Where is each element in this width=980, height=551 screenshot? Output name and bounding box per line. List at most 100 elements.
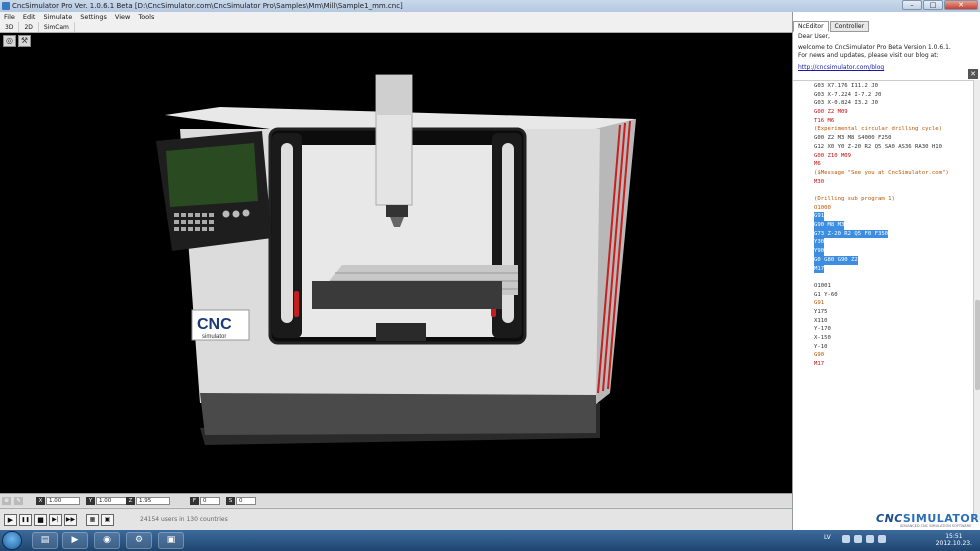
x-axis-label: X — [36, 497, 45, 505]
feed-label: F — [190, 497, 199, 505]
code-line[interactable]: (Drilling sub program 1) — [814, 195, 949, 204]
code-line[interactable]: M30 — [814, 178, 949, 187]
camera-icon[interactable]: ◎ — [3, 35, 16, 47]
window-controls: – □ ✕ — [902, 0, 978, 12]
menu-edit[interactable]: Edit — [19, 12, 40, 22]
flag-icon[interactable] — [866, 535, 874, 543]
nc-code-editor[interactable]: G03 X7.176 I11.2 J0 G03 X-7.224 I-7.2 J0 G… — [793, 80, 973, 520]
tab-2d[interactable]: 2D — [19, 22, 39, 32]
menu-tools[interactable]: Tools — [134, 12, 158, 22]
window-title: CncSimulator Pro Ver. 1.0.6.1 Beta [D:\C… — [12, 2, 403, 10]
menu-bar: File Edit Simulate Settings View Tools — [0, 12, 792, 22]
code-line[interactable]: X110 — [814, 317, 949, 326]
scrollbar-thumb[interactable] — [975, 300, 980, 390]
code-line[interactable]: G03 X-7.224 I-7.2 J0 — [814, 91, 949, 100]
cncsimulator-taskbar-icon[interactable]: ⚙ — [126, 532, 152, 549]
pendant-screen — [166, 143, 258, 207]
pause-button[interactable]: ❚❚ — [19, 514, 32, 526]
code-line[interactable]: G03 X7.176 I11.2 J0 — [814, 82, 949, 91]
code-line[interactable]: G91 — [814, 299, 949, 308]
pen-icon[interactable]: ✎ — [14, 497, 23, 505]
menu-view[interactable]: View — [111, 12, 134, 22]
tab-simcam[interactable]: SimCam — [39, 22, 75, 32]
code-line[interactable]: (Experimental circular drilling cycle) — [814, 125, 949, 134]
code-line[interactable]: G1 Y-60 — [814, 291, 949, 300]
brand-tagline: ADVANCED CNC SIMULATION SOFTWARE — [900, 524, 972, 528]
welcome-greeting: Dear User, — [798, 33, 830, 40]
users-status: 24154 users in 130 countries — [140, 516, 228, 523]
code-line[interactable]: M17 — [814, 264, 825, 274]
code-line[interactable]: Y90 — [814, 247, 825, 256]
coordinate-bar: ⊕ ✎ X 1.00 Y 1.00 Z 1.95 F 0 S 0 — [0, 493, 792, 507]
play-button[interactable]: ▶ — [4, 514, 17, 526]
folder-icon[interactable]: ▤ — [32, 532, 58, 549]
code-line[interactable]: G03 X-0.824 I3.2 J0 — [814, 99, 949, 108]
feed-field[interactable]: 0 — [200, 497, 220, 505]
clock[interactable]: 15:51 2012.10.23. — [936, 533, 972, 547]
code-line[interactable] — [814, 273, 949, 282]
view-tabs: 3D 2D SimCam — [0, 22, 792, 33]
tab-nceditor[interactable]: NcEditor — [793, 21, 829, 32]
pendant-knob — [222, 210, 230, 218]
menu-settings[interactable]: Settings — [76, 12, 111, 22]
z-coordinate-field[interactable]: 1.95 — [136, 497, 170, 505]
menu-file[interactable]: File — [0, 12, 19, 22]
minimize-button[interactable]: – — [902, 0, 922, 10]
machine-render: CNC simulator — [156, 74, 636, 445]
wrench-icon[interactable]: ⚒ — [18, 35, 31, 47]
door-right-glass — [502, 143, 514, 323]
tab-controller[interactable]: Controller — [829, 21, 870, 32]
app-taskbar-icon[interactable]: ▣ — [158, 532, 184, 549]
code-line[interactable]: T16 M6 — [814, 117, 949, 126]
code-line[interactable]: Y175 — [814, 308, 949, 317]
stop-button[interactable]: ■ — [34, 514, 47, 526]
code-line[interactable]: O1001 — [814, 282, 949, 291]
grid-icon[interactable]: ▦ — [86, 514, 99, 526]
code-line[interactable]: G90 M8 M3 — [814, 221, 845, 230]
start-button[interactable] — [2, 531, 22, 550]
code-line[interactable]: G73 Z-20 R2 Q5 F0 F350 — [814, 229, 889, 239]
code-line[interactable]: M17 — [814, 360, 949, 369]
x-coordinate-field[interactable]: 1.00 — [46, 497, 80, 505]
spindle-speed-label: S — [226, 497, 235, 505]
app-icon — [2, 2, 10, 10]
code-line[interactable]: G00 Z10 M09 — [814, 152, 949, 161]
panel-icon[interactable]: ▣ — [101, 514, 114, 526]
taskbar: ▤ ▶ ◉ ⚙ ▣ LV 15:51 2012.10.23. — [0, 530, 980, 551]
3d-viewport[interactable]: ◎ ⚒ CNC simulator — [0, 33, 792, 493]
tab-3d[interactable]: 3D — [0, 22, 20, 32]
code-line[interactable]: X-150 — [814, 334, 949, 343]
code-line[interactable]: ($Message "See you at CncSimulator.com") — [814, 169, 949, 178]
step-button[interactable]: ▶| — [49, 514, 62, 526]
editor-scrollbar[interactable] — [973, 80, 980, 520]
network-icon[interactable] — [842, 535, 850, 543]
maximize-button[interactable]: □ — [923, 0, 943, 10]
battery-icon[interactable] — [878, 535, 886, 543]
close-button[interactable]: ✕ — [944, 0, 978, 10]
code-line[interactable]: G0 G80 G90 Z2 — [814, 255, 858, 265]
media-player-icon[interactable]: ▶ — [62, 532, 88, 549]
close-welcome-button[interactable]: ✕ — [968, 69, 978, 79]
code-line[interactable]: G91 — [814, 212, 825, 221]
table-saddle — [312, 281, 502, 309]
code-line[interactable]: Y-170 — [814, 325, 949, 334]
fast-forward-button[interactable]: ▶▶ — [64, 514, 77, 526]
code-line[interactable]: G12 X0 Y0 Z-20 R2 Q5 SA0 AS36 RA30 H10 — [814, 143, 949, 152]
zoom-icon[interactable]: ⊕ — [2, 497, 11, 505]
spindle-speed-field[interactable]: 0 — [236, 497, 256, 505]
code-line[interactable]: Y-10 — [814, 343, 949, 352]
menu-simulate[interactable]: Simulate — [39, 12, 76, 22]
code-line[interactable]: G90 — [814, 351, 949, 360]
y-coordinate-field[interactable]: 1.00 — [96, 497, 130, 505]
language-indicator[interactable]: LV — [824, 534, 831, 541]
code-line[interactable]: Y30 — [814, 238, 825, 248]
cnc-logo-sub: simulator — [202, 334, 226, 340]
code-line[interactable]: G00 Z2 M09 — [814, 108, 949, 117]
chrome-icon[interactable]: ◉ — [94, 532, 120, 549]
code-line[interactable]: G00 Z2 M3 M8 S4000 F250 — [814, 134, 949, 143]
code-line[interactable] — [814, 186, 949, 195]
code-line[interactable]: O1000 — [814, 204, 949, 213]
volume-icon[interactable] — [854, 535, 862, 543]
blog-link[interactable]: http://cncsimulator.com/blog — [798, 64, 974, 72]
code-line[interactable]: M6 — [814, 160, 949, 169]
